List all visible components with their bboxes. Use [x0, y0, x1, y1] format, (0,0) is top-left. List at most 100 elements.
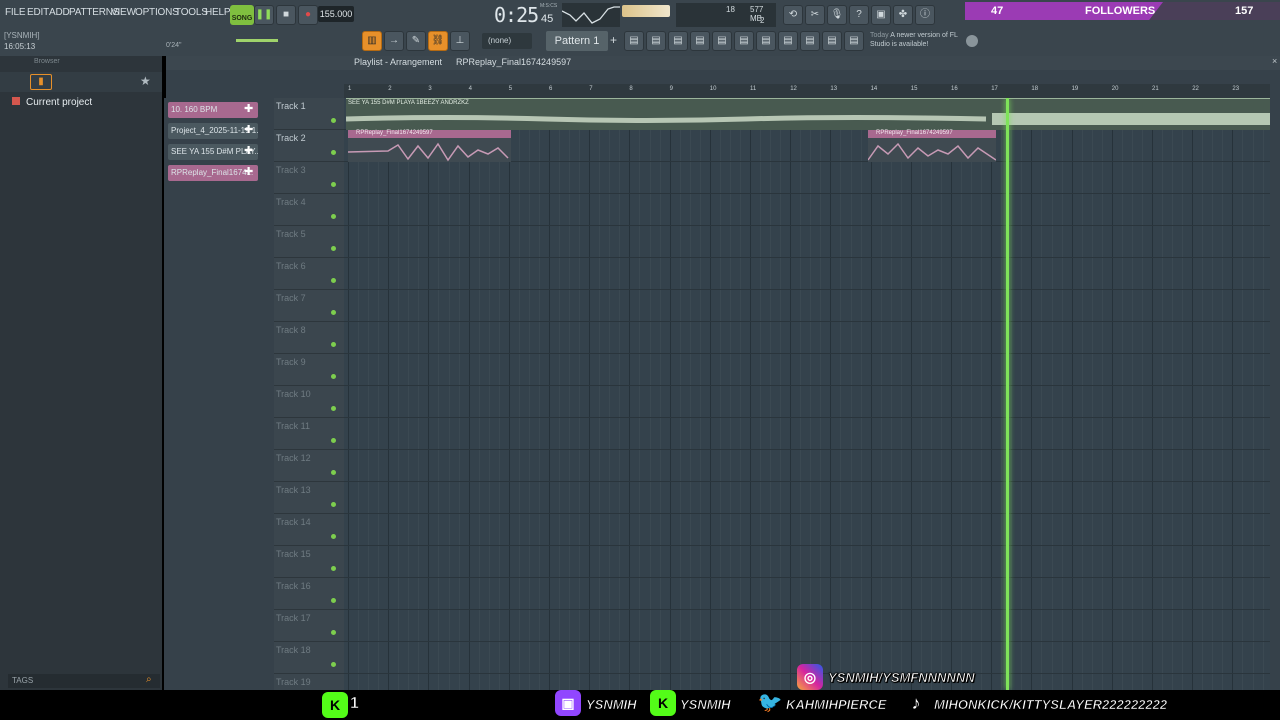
track-mute-led[interactable]	[331, 630, 336, 635]
track-mute-led[interactable]	[331, 406, 336, 411]
ruler-bar-number: 5	[508, 86, 513, 92]
track-label: Track 9	[276, 357, 306, 367]
step-icon[interactable]: ▤	[712, 31, 732, 51]
track-header[interactable]: Track 12	[274, 450, 344, 482]
link-icon[interactable]: ⛓	[428, 31, 448, 51]
stop-button[interactable]: ■	[276, 5, 296, 25]
arrow-icon[interactable]: →	[384, 31, 404, 51]
help-icon[interactable]: ?	[849, 5, 869, 25]
template-icon[interactable]: ▤	[844, 31, 864, 51]
track-mute-led[interactable]	[331, 662, 336, 667]
track-header[interactable]: Track 17	[274, 610, 344, 642]
channel-add-icon[interactable]: ✚	[244, 165, 253, 178]
track-mute-led[interactable]	[331, 150, 336, 155]
save-icon[interactable]: ▣	[871, 5, 891, 25]
stamp-icon[interactable]: ⊥	[450, 31, 470, 51]
menu-options[interactable]: OPTIONS	[135, 7, 179, 18]
track-mute-led[interactable]	[331, 214, 336, 219]
track-mute-led[interactable]	[331, 470, 336, 475]
mic-icon[interactable]: 🎙	[827, 5, 847, 25]
mixer-icon[interactable]: ▤	[624, 31, 644, 51]
track-header[interactable]: Track 18	[274, 642, 344, 674]
undo-icon[interactable]: ⟲	[783, 5, 803, 25]
track-header[interactable]: Track 7	[274, 290, 344, 322]
record-button[interactable]: ●	[298, 5, 318, 25]
pencil-icon[interactable]: ✎	[406, 31, 426, 51]
pattern-selector-none[interactable]: (none)	[482, 33, 532, 49]
track-header[interactable]: Track 2	[274, 130, 344, 162]
twitter-icon: 🐦	[757, 692, 783, 714]
kick-icon: K	[322, 692, 348, 718]
browser-icon[interactable]: ▤	[734, 31, 754, 51]
track-header[interactable]: Track 5	[274, 226, 344, 258]
track-header[interactable]: Track 3	[274, 162, 344, 194]
menu-tools[interactable]: TOOLS	[175, 7, 208, 18]
track-header[interactable]: Track 11	[274, 418, 344, 450]
render-icon[interactable]: ▤	[822, 31, 842, 51]
menu-view[interactable]: VIEW	[111, 7, 136, 18]
track-mute-led[interactable]	[331, 182, 336, 187]
oscilloscope	[562, 3, 620, 27]
track-header[interactable]: Track 16	[274, 578, 344, 610]
playlist-icon[interactable]: ▤	[668, 31, 688, 51]
ruler-bar-number: 12	[790, 86, 797, 92]
track-header[interactable]: Track 8	[274, 322, 344, 354]
tiktok-icon: ♪	[903, 690, 929, 716]
track-mute-led[interactable]	[331, 502, 336, 507]
menu-add[interactable]: ADD	[49, 7, 70, 18]
star-icon[interactable]: ★	[140, 74, 151, 88]
piano-roll-icon[interactable]: ▥	[362, 31, 382, 51]
menu-edit[interactable]: EDIT	[27, 7, 49, 18]
track-header[interactable]: Track 10	[274, 386, 344, 418]
play-button[interactable]: ❚❚	[254, 5, 274, 25]
track-mute-led[interactable]	[331, 598, 336, 603]
channel-add-icon[interactable]: ✚	[244, 123, 253, 136]
arrangement-grid[interactable]: SEE YA 155 D#M PLAYA 1BEEZY ANDRZKZ RPRe…	[344, 98, 1270, 690]
track-header[interactable]: Track 4	[274, 194, 344, 226]
track-mute-led[interactable]	[331, 278, 336, 283]
playhead[interactable]	[1006, 98, 1009, 690]
track-mute-led[interactable]	[331, 246, 336, 251]
add-pattern-button[interactable]: +	[610, 33, 617, 47]
plugin-picker-icon[interactable]: ▤	[756, 31, 776, 51]
cut-icon[interactable]: ✂	[805, 5, 825, 25]
touch-icon[interactable]: ▤	[778, 31, 798, 51]
plugin-icon[interactable]: ✤	[893, 5, 913, 25]
channel-add-icon[interactable]: ✚	[244, 102, 253, 115]
track-mute-led[interactable]	[331, 566, 336, 571]
track-header[interactable]: Track 6	[274, 258, 344, 290]
tempo-icon[interactable]: ▤	[800, 31, 820, 51]
timeline-ruler[interactable]: 1 2 3 4 5 6 7 8 9 10 11 12 13 14 15 16 17 18 19 20 21 22 23	[344, 84, 1270, 98]
browser-files-tab[interactable]: ▮	[30, 74, 52, 90]
browser-panel: Browser ▮ ★ Current project TAGS ⌕	[0, 56, 162, 690]
channel-rack-icon[interactable]: ▤	[646, 31, 666, 51]
track-mute-led[interactable]	[331, 310, 336, 315]
channel-add-icon[interactable]: ✚	[244, 144, 253, 157]
menu-help[interactable]: HELP	[205, 7, 231, 18]
tempo-display[interactable]: 155.000	[318, 6, 354, 22]
audio-clip-track2-b[interactable]: RPReplay_Final1674249597	[868, 130, 996, 162]
info-icon[interactable]: ⓘ	[915, 5, 935, 25]
track-header[interactable]: Track 15	[274, 546, 344, 578]
audio-clip-track2-a[interactable]: RPReplay_Final1674249597	[348, 130, 511, 162]
track-mute-led[interactable]	[331, 534, 336, 539]
track-mute-led[interactable]	[331, 342, 336, 347]
track-mute-led[interactable]	[331, 438, 336, 443]
track-header[interactable]: Track 9	[274, 354, 344, 386]
track-header[interactable]: Track 1	[274, 98, 344, 130]
track-mute-led[interactable]	[331, 118, 336, 123]
audio-clip-track1[interactable]: SEE YA 155 D#M PLAYA 1BEEZY ANDRZKZ	[346, 98, 1270, 130]
song-mode-toggle[interactable]: SONG	[230, 5, 254, 25]
playlist-close-icon[interactable]: ×	[1272, 56, 1277, 66]
globe-icon[interactable]	[966, 35, 978, 47]
track-header[interactable]: Track 14	[274, 514, 344, 546]
search-icon[interactable]: ⌕	[146, 674, 152, 685]
piano-icon[interactable]: ▤	[690, 31, 710, 51]
track-header[interactable]: Track 13	[274, 482, 344, 514]
browser-current-project[interactable]: Current project	[26, 97, 92, 108]
update-notice[interactable]: Today A newer version of FL Studio is av…	[870, 31, 960, 49]
track-mute-led[interactable]	[331, 374, 336, 379]
pattern-selector[interactable]: Pattern 1	[546, 31, 608, 51]
menu-file[interactable]: FILE	[5, 7, 26, 18]
master-pitch-slider[interactable]	[236, 39, 278, 42]
